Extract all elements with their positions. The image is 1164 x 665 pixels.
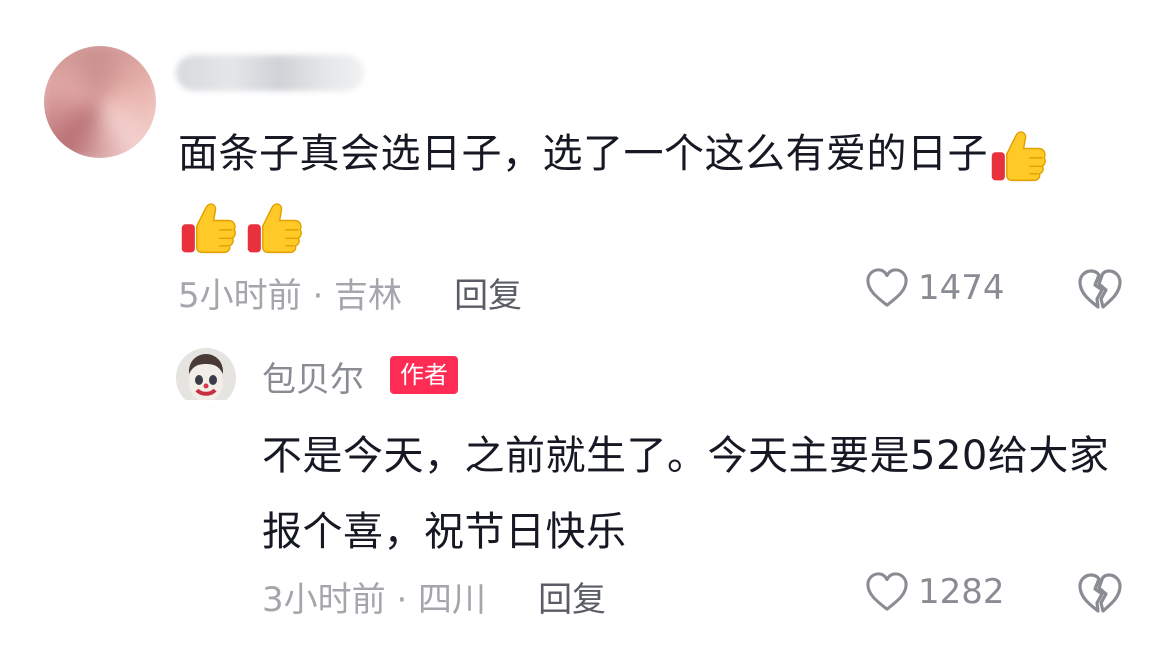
comment-meta: 5小时前 · 吉林 回复 [178, 268, 522, 317]
thumbs-up-icon [244, 198, 304, 258]
like-button[interactable]: 1474 [864, 267, 1005, 309]
commenter-avatar[interactable] [44, 46, 156, 158]
comment-time-location: 5小时前 · 吉林 [178, 276, 403, 316]
reply-like-count: 1282 [918, 572, 1005, 612]
author-badge: 作者 [390, 356, 458, 394]
broken-heart-icon[interactable] [1076, 572, 1124, 616]
like-count: 1474 [918, 268, 1005, 308]
reply-like-button[interactable]: 1282 [864, 571, 1005, 613]
author-username[interactable]: 包贝尔 [262, 352, 364, 401]
thumbs-up-icon [178, 198, 238, 258]
commenter-username-blurred[interactable] [176, 55, 364, 91]
reply-meta: 3小时前 · 四川 回复 [262, 572, 606, 621]
thumbs-up-icon [988, 126, 1048, 186]
heart-outline-icon [864, 267, 910, 309]
comment-body: 面条子真会选日子，选了一个这么有爱的日子 [178, 118, 1138, 262]
author-avatar[interactable] [176, 348, 236, 408]
reply-body: 不是今天，之前就生了。今天主要是520给大家报个喜，祝节日快乐 [262, 433, 1110, 555]
reply-button[interactable]: 回复 [454, 268, 522, 317]
reply-time-location: 3小时前 · 四川 [262, 580, 487, 620]
heart-outline-icon [864, 571, 910, 613]
comment-text: 面条子真会选日子，选了一个这么有爱的日子 [178, 131, 988, 177]
reply-reply-button[interactable]: 回复 [538, 572, 606, 621]
comment-thread: 面条子真会选日子，选了一个这么有爱的日子 5小时前 · 吉林 回复 1474 包… [0, 0, 1164, 665]
broken-heart-icon[interactable] [1076, 268, 1124, 312]
